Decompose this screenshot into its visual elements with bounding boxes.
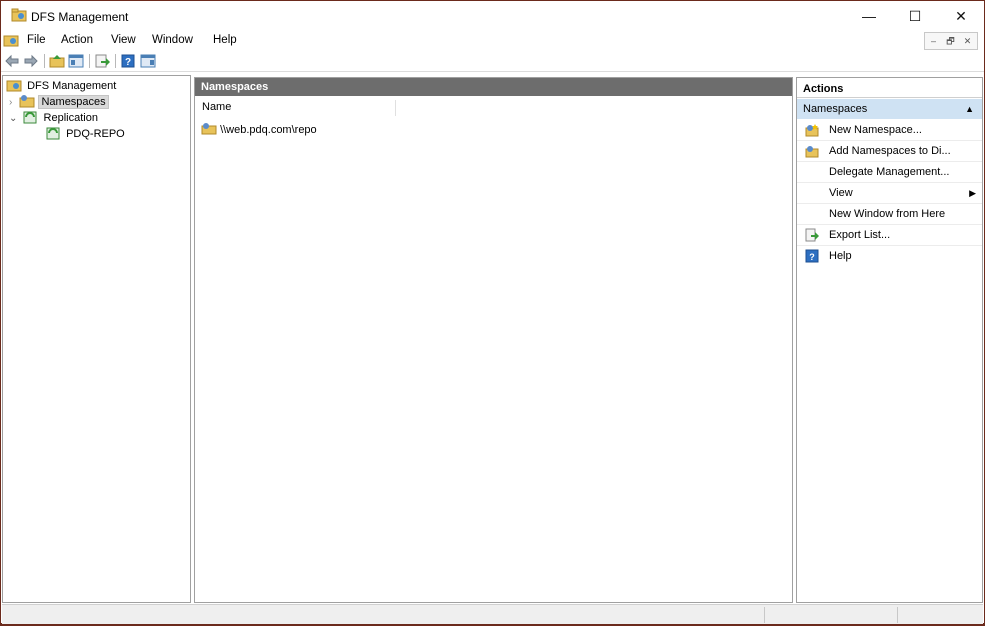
help-icon: ? xyxy=(805,249,819,263)
app-window: DFS Management — ☐ ✕ File Action View Wi… xyxy=(1,1,984,624)
svg-text:?: ? xyxy=(125,57,131,68)
action-help[interactable]: ? Help xyxy=(797,246,982,267)
tree-item-label: Namespaces xyxy=(38,95,109,109)
action-new-window[interactable]: New Window from Here xyxy=(797,204,982,225)
action-add-namespaces[interactable]: Add Namespaces to Di... xyxy=(797,141,982,162)
menu-action[interactable]: Action xyxy=(61,34,93,46)
column-header[interactable]: Name xyxy=(195,98,792,117)
actions-header: Actions xyxy=(797,80,982,98)
actions-pane: Actions Namespaces ▲ New Namespace... Ad… xyxy=(796,77,983,603)
action-label: New Namespace... xyxy=(829,124,922,136)
action-label: Delegate Management... xyxy=(829,166,950,178)
show-hide-tree-icon[interactable] xyxy=(68,53,84,69)
title-bar[interactable]: DFS Management — ☐ ✕ xyxy=(1,1,984,31)
help-icon[interactable]: ? xyxy=(120,53,136,69)
tree-item-namespaces[interactable]: › Namespaces xyxy=(9,94,109,110)
namespace-icon xyxy=(201,123,217,135)
action-export-list[interactable]: Export List... xyxy=(797,225,982,246)
svg-text:?: ? xyxy=(809,252,815,262)
menu-window[interactable]: Window xyxy=(152,34,193,46)
action-label: Add Namespaces to Di... xyxy=(829,145,951,157)
replication-group-icon xyxy=(46,127,60,140)
status-bar xyxy=(2,604,983,624)
show-hide-action-pane-icon[interactable] xyxy=(140,53,156,69)
actions-section-label: Namespaces xyxy=(803,103,868,115)
list-item[interactable]: \\web.pdq.com\repo xyxy=(201,122,317,136)
collapse-triangle-icon[interactable]: ▲ xyxy=(965,99,974,119)
window-title: DFS Management xyxy=(31,10,129,24)
maximize-button[interactable]: ☐ xyxy=(892,1,938,31)
action-delegate-management[interactable]: Delegate Management... xyxy=(797,162,982,183)
submenu-arrow-icon: ▶ xyxy=(969,188,976,198)
action-view[interactable]: View ▶ xyxy=(797,183,982,204)
replication-icon xyxy=(23,111,37,124)
menu-file[interactable]: File xyxy=(27,34,46,46)
dfs-management-app-icon xyxy=(11,8,27,22)
export-list-icon[interactable] xyxy=(94,53,110,69)
expand-chevron-icon[interactable]: › xyxy=(9,97,12,108)
action-label: New Window from Here xyxy=(829,208,946,220)
close-button[interactable]: ✕ xyxy=(938,1,984,31)
namespace-icon xyxy=(19,95,35,108)
action-new-namespace[interactable]: New Namespace... xyxy=(797,120,982,141)
menu-help[interactable]: Help xyxy=(213,34,237,46)
column-name-label: Name xyxy=(202,101,232,113)
system-menu-icon[interactable] xyxy=(3,33,19,47)
mdi-close-button[interactable]: ✕ xyxy=(959,33,976,49)
export-list-icon xyxy=(805,228,819,242)
toolbar-separator xyxy=(44,54,45,68)
action-label: View xyxy=(829,187,853,199)
tree-item-label: PDQ-REPO xyxy=(66,128,125,140)
menu-view[interactable]: View xyxy=(111,34,136,46)
mdi-restore-button[interactable]: 🗗 xyxy=(942,33,959,49)
results-pane: Namespaces Name \\web.pdq.com\repo xyxy=(194,77,793,603)
collapse-chevron-icon[interactable]: ⌄ xyxy=(9,113,17,124)
menu-bar: File Action View Window Help – 🗗 ✕ xyxy=(1,31,984,51)
column-divider[interactable] xyxy=(395,100,396,116)
status-bar-separator xyxy=(897,607,898,623)
back-icon[interactable] xyxy=(4,53,20,69)
tree-item-pdq-repo[interactable]: PDQ-REPO xyxy=(45,126,127,142)
actions-section-namespaces[interactable]: Namespaces ▲ xyxy=(797,99,982,119)
forward-icon[interactable] xyxy=(23,53,39,69)
status-bar-separator xyxy=(764,607,765,623)
dfs-management-icon xyxy=(6,80,22,92)
toolbar-separator xyxy=(115,54,116,68)
results-pane-header: Namespaces xyxy=(195,78,792,96)
mdi-window-controls: – 🗗 ✕ xyxy=(924,32,978,50)
tree-root-label: DFS Management xyxy=(27,80,117,92)
add-namespace-icon xyxy=(805,146,819,158)
toolbar-separator xyxy=(89,54,90,68)
action-label: Help xyxy=(829,250,852,262)
tree-item-label: Replication xyxy=(43,112,98,124)
tree-item-replication[interactable]: ⌄ Replication xyxy=(9,110,100,126)
tree-root[interactable]: DFS Management xyxy=(6,78,118,94)
namespace-path: \\web.pdq.com\repo xyxy=(220,124,317,136)
toolbar: ? xyxy=(1,51,984,72)
new-namespace-icon xyxy=(805,124,819,137)
action-label: Export List... xyxy=(829,229,891,241)
up-folder-icon[interactable] xyxy=(49,53,65,69)
mdi-minimize-button[interactable]: – xyxy=(925,33,942,49)
console-tree[interactable]: DFS Management › Namespaces ⌄ Replicatio… xyxy=(2,75,191,603)
minimize-button[interactable]: — xyxy=(846,1,892,31)
